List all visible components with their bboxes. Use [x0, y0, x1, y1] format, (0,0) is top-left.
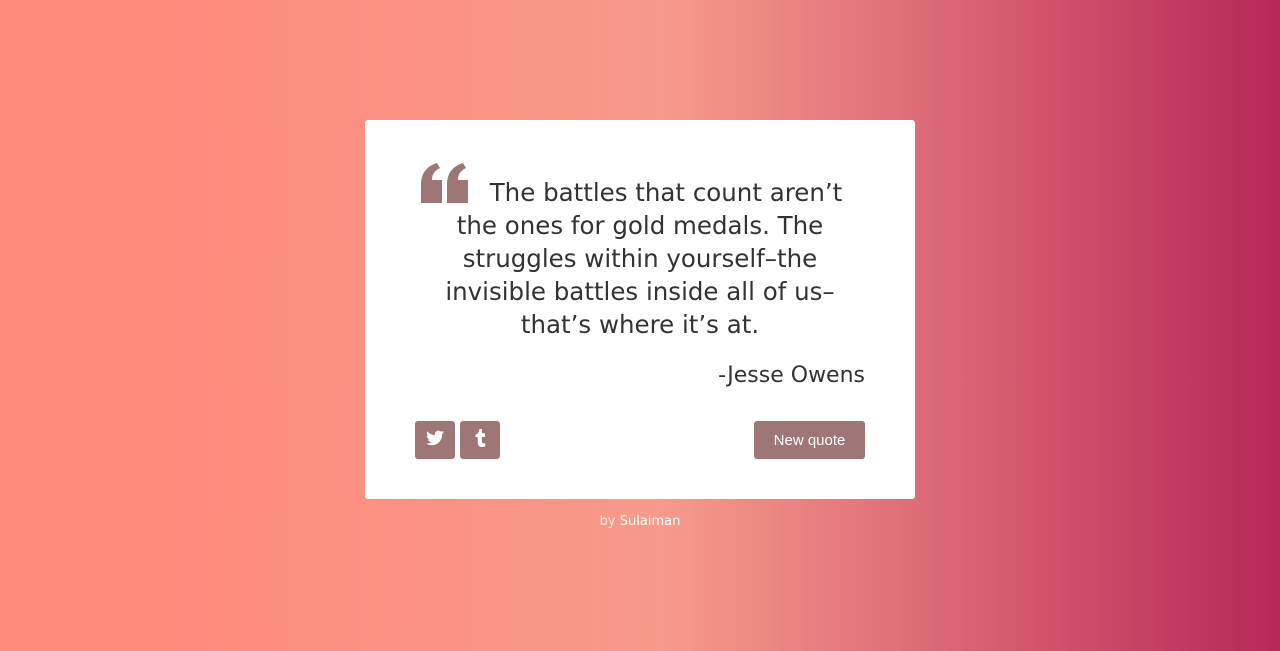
quote-author: -Jesse Owens	[718, 363, 865, 388]
tumblr-icon	[474, 429, 486, 451]
credit-author-link[interactable]: Sulaiman	[620, 514, 681, 529]
tweet-button[interactable]	[415, 421, 455, 459]
credit-by-label: by	[599, 514, 616, 529]
new-quote-button[interactable]: New quote	[754, 421, 865, 459]
tumblr-button[interactable]	[460, 421, 500, 459]
quote-card: The battles that count aren’t the ones f…	[365, 120, 915, 499]
footer-credit: by Sulaiman	[0, 514, 1280, 529]
quote-text: The battles that count aren’t the ones f…	[445, 178, 843, 339]
twitter-icon	[426, 430, 444, 450]
